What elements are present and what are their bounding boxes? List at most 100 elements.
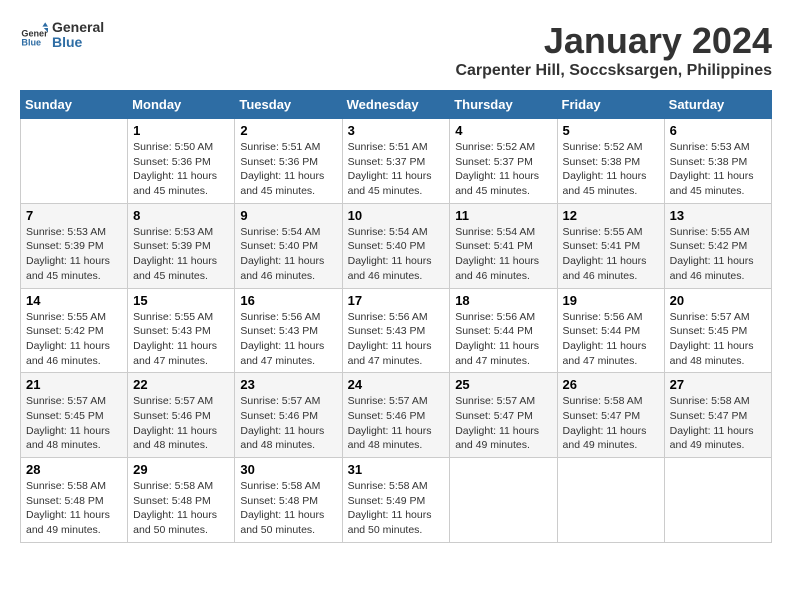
day-info: Sunrise: 5:57 AM Sunset: 5:45 PM Dayligh… bbox=[670, 310, 766, 369]
day-number: 24 bbox=[348, 377, 445, 392]
day-number: 16 bbox=[240, 293, 336, 308]
day-info: Sunrise: 5:56 AM Sunset: 5:43 PM Dayligh… bbox=[348, 310, 445, 369]
day-info: Sunrise: 5:54 AM Sunset: 5:40 PM Dayligh… bbox=[240, 225, 336, 284]
day-info: Sunrise: 5:58 AM Sunset: 5:49 PM Dayligh… bbox=[348, 479, 445, 538]
svg-text:Blue: Blue bbox=[21, 38, 41, 48]
day-number: 14 bbox=[26, 293, 122, 308]
day-info: Sunrise: 5:58 AM Sunset: 5:48 PM Dayligh… bbox=[133, 479, 229, 538]
day-info: Sunrise: 5:57 AM Sunset: 5:46 PM Dayligh… bbox=[348, 394, 445, 453]
calendar-table: SundayMondayTuesdayWednesdayThursdayFrid… bbox=[20, 90, 772, 543]
day-number: 2 bbox=[240, 123, 336, 138]
calendar-cell bbox=[450, 458, 557, 543]
day-info: Sunrise: 5:57 AM Sunset: 5:46 PM Dayligh… bbox=[133, 394, 229, 453]
day-info: Sunrise: 5:55 AM Sunset: 5:43 PM Dayligh… bbox=[133, 310, 229, 369]
day-info: Sunrise: 5:56 AM Sunset: 5:44 PM Dayligh… bbox=[455, 310, 551, 369]
calendar-cell: 17 Sunrise: 5:56 AM Sunset: 5:43 PM Dayli… bbox=[342, 288, 450, 373]
day-info: Sunrise: 5:57 AM Sunset: 5:45 PM Dayligh… bbox=[26, 394, 122, 453]
day-info: Sunrise: 5:53 AM Sunset: 5:39 PM Dayligh… bbox=[26, 225, 122, 284]
day-info: Sunrise: 5:54 AM Sunset: 5:40 PM Dayligh… bbox=[348, 225, 445, 284]
logo-general: General bbox=[52, 20, 104, 35]
day-number: 20 bbox=[670, 293, 766, 308]
calendar-header-row: SundayMondayTuesdayWednesdayThursdayFrid… bbox=[21, 91, 772, 119]
day-info: Sunrise: 5:52 AM Sunset: 5:38 PM Dayligh… bbox=[563, 140, 659, 199]
title-area: January 2024 Carpenter Hill, Soccsksarge… bbox=[455, 20, 772, 80]
day-info: Sunrise: 5:58 AM Sunset: 5:48 PM Dayligh… bbox=[240, 479, 336, 538]
day-number: 18 bbox=[455, 293, 551, 308]
logo-icon: General Blue bbox=[20, 21, 48, 49]
calendar-cell: 12 Sunrise: 5:55 AM Sunset: 5:41 PM Dayli… bbox=[557, 203, 664, 288]
header-cell-monday: Monday bbox=[128, 91, 235, 119]
day-number: 6 bbox=[670, 123, 766, 138]
calendar-cell: 27 Sunrise: 5:58 AM Sunset: 5:47 PM Dayli… bbox=[664, 373, 771, 458]
day-info: Sunrise: 5:55 AM Sunset: 5:41 PM Dayligh… bbox=[563, 225, 659, 284]
day-info: Sunrise: 5:56 AM Sunset: 5:44 PM Dayligh… bbox=[563, 310, 659, 369]
calendar-cell: 26Sunrise: 5:58 AM Sunset: 5:47 PM Dayli… bbox=[557, 373, 664, 458]
day-number: 8 bbox=[133, 208, 229, 223]
header-cell-sunday: Sunday bbox=[21, 91, 128, 119]
calendar-cell: 9 Sunrise: 5:54 AM Sunset: 5:40 PM Daylig… bbox=[235, 203, 342, 288]
calendar-week-row: 7 Sunrise: 5:53 AM Sunset: 5:39 PM Daylig… bbox=[21, 203, 772, 288]
day-number: 4 bbox=[455, 123, 551, 138]
day-info: Sunrise: 5:58 AM Sunset: 5:47 PM Dayligh… bbox=[670, 394, 766, 453]
calendar-cell: 21 Sunrise: 5:57 AM Sunset: 5:45 PM Dayli… bbox=[21, 373, 128, 458]
day-info: Sunrise: 5:53 AM Sunset: 5:39 PM Dayligh… bbox=[133, 225, 229, 284]
calendar-cell: 24 Sunrise: 5:57 AM Sunset: 5:46 PM Dayli… bbox=[342, 373, 450, 458]
calendar-subtitle: Carpenter Hill, Soccsksargen, Philippine… bbox=[455, 62, 772, 80]
calendar-cell: 31 Sunrise: 5:58 AM Sunset: 5:49 PM Dayli… bbox=[342, 458, 450, 543]
day-number: 31 bbox=[348, 462, 445, 477]
day-number: 27 bbox=[670, 377, 766, 392]
day-info: Sunrise: 5:56 AM Sunset: 5:43 PM Dayligh… bbox=[240, 310, 336, 369]
calendar-cell: 30 Sunrise: 5:58 AM Sunset: 5:48 PM Dayli… bbox=[235, 458, 342, 543]
day-info: Sunrise: 5:58 AM Sunset: 5:48 PM Dayligh… bbox=[26, 479, 122, 538]
calendar-cell: 15 Sunrise: 5:55 AM Sunset: 5:43 PM Dayli… bbox=[128, 288, 235, 373]
calendar-cell: 20 Sunrise: 5:57 AM Sunset: 5:45 PM Dayli… bbox=[664, 288, 771, 373]
calendar-cell: 10 Sunrise: 5:54 AM Sunset: 5:40 PM Dayli… bbox=[342, 203, 450, 288]
day-number: 13 bbox=[670, 208, 766, 223]
calendar-cell: 29 Sunrise: 5:58 AM Sunset: 5:48 PM Dayli… bbox=[128, 458, 235, 543]
day-number: 19 bbox=[563, 293, 659, 308]
day-number: 30 bbox=[240, 462, 336, 477]
day-number: 21 bbox=[26, 377, 122, 392]
calendar-cell bbox=[664, 458, 771, 543]
calendar-cell: 16 Sunrise: 5:56 AM Sunset: 5:43 PM Dayli… bbox=[235, 288, 342, 373]
day-number: 15 bbox=[133, 293, 229, 308]
calendar-cell: 22 Sunrise: 5:57 AM Sunset: 5:46 PM Dayli… bbox=[128, 373, 235, 458]
calendar-cell: 8 Sunrise: 5:53 AM Sunset: 5:39 PM Daylig… bbox=[128, 203, 235, 288]
day-number: 28 bbox=[26, 462, 122, 477]
calendar-title: January 2024 bbox=[455, 20, 772, 62]
calendar-cell: 14 Sunrise: 5:55 AM Sunset: 5:42 PM Dayli… bbox=[21, 288, 128, 373]
day-number: 9 bbox=[240, 208, 336, 223]
day-number: 29 bbox=[133, 462, 229, 477]
calendar-cell: 13 Sunrise: 5:55 AM Sunset: 5:42 PM Dayli… bbox=[664, 203, 771, 288]
day-number: 12 bbox=[563, 208, 659, 223]
day-number: 10 bbox=[348, 208, 445, 223]
day-number: 25 bbox=[455, 377, 551, 392]
calendar-cell: 5 Sunrise: 5:52 AM Sunset: 5:38 PM Daylig… bbox=[557, 119, 664, 204]
day-info: Sunrise: 5:52 AM Sunset: 5:37 PM Dayligh… bbox=[455, 140, 551, 199]
day-info: Sunrise: 5:57 AM Sunset: 5:47 PM Dayligh… bbox=[455, 394, 551, 453]
day-number: 1 bbox=[133, 123, 229, 138]
day-info: Sunrise: 5:53 AM Sunset: 5:38 PM Dayligh… bbox=[670, 140, 766, 199]
day-info: Sunrise: 5:55 AM Sunset: 5:42 PM Dayligh… bbox=[670, 225, 766, 284]
day-number: 7 bbox=[26, 208, 122, 223]
calendar-cell bbox=[21, 119, 128, 204]
day-number: 17 bbox=[348, 293, 445, 308]
header-cell-thursday: Thursday bbox=[450, 91, 557, 119]
day-info: Sunrise: 5:57 AM Sunset: 5:46 PM Dayligh… bbox=[240, 394, 336, 453]
header: General Blue General Blue January 2024 C… bbox=[20, 20, 772, 80]
day-number: 22 bbox=[133, 377, 229, 392]
calendar-cell: 3Sunrise: 5:51 AM Sunset: 5:37 PM Daylig… bbox=[342, 119, 450, 204]
calendar-cell: 19 Sunrise: 5:56 AM Sunset: 5:44 PM Dayli… bbox=[557, 288, 664, 373]
day-info: Sunrise: 5:55 AM Sunset: 5:42 PM Dayligh… bbox=[26, 310, 122, 369]
day-number: 11 bbox=[455, 208, 551, 223]
day-number: 5 bbox=[563, 123, 659, 138]
calendar-cell: 7 Sunrise: 5:53 AM Sunset: 5:39 PM Daylig… bbox=[21, 203, 128, 288]
header-cell-wednesday: Wednesday bbox=[342, 91, 450, 119]
day-info: Sunrise: 5:51 AM Sunset: 5:36 PM Dayligh… bbox=[240, 140, 336, 199]
day-number: 23 bbox=[240, 377, 336, 392]
calendar-cell: 18 Sunrise: 5:56 AM Sunset: 5:44 PM Dayli… bbox=[450, 288, 557, 373]
calendar-cell: 11Sunrise: 5:54 AM Sunset: 5:41 PM Dayli… bbox=[450, 203, 557, 288]
calendar-body: 1Sunrise: 5:50 AM Sunset: 5:36 PM Daylig… bbox=[21, 119, 772, 543]
day-number: 26 bbox=[563, 377, 659, 392]
calendar-cell: 25 Sunrise: 5:57 AM Sunset: 5:47 PM Dayli… bbox=[450, 373, 557, 458]
